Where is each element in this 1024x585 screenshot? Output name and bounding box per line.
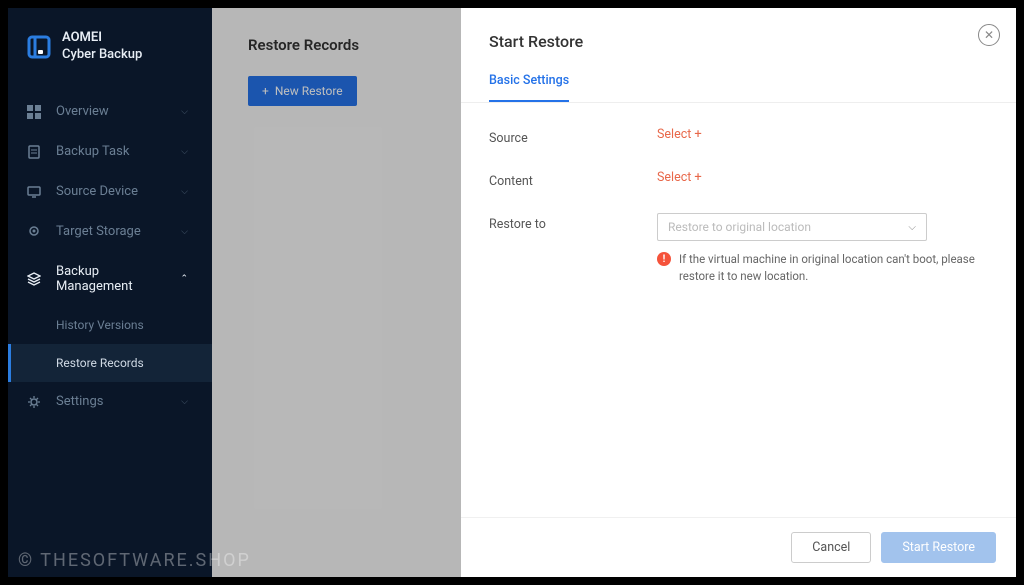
app-name-line2: Cyber Backup <box>62 47 142 64</box>
restore-modal: Start Restore ✕ Basic Settings Source Se… <box>461 8 1016 577</box>
select-source-link[interactable]: Select <box>657 127 988 142</box>
sidebar-item-backup-management[interactable]: Backup Management ⌃ <box>8 252 212 306</box>
sidebar-item-label: Overview <box>56 104 167 119</box>
task-icon <box>26 144 42 160</box>
logo-area: AOMEI Cyber Backup <box>8 8 212 92</box>
monitor-icon <box>26 184 42 200</box>
start-restore-button[interactable]: Start Restore <box>881 532 996 563</box>
cancel-button[interactable]: Cancel <box>791 532 871 563</box>
sidebar-item-label: Target Storage <box>56 224 167 239</box>
select-content-link[interactable]: Select <box>657 170 988 185</box>
sidebar-item-label: Settings <box>56 394 167 409</box>
form-row-content: Content Select <box>489 170 988 189</box>
sidebar: AOMEI Cyber Backup Overview ⌵ Backup Tas… <box>8 8 212 577</box>
sidebar-subitem-label: Restore Records <box>56 356 144 370</box>
sidebar-item-settings[interactable]: Settings ⌵ <box>8 382 212 422</box>
chevron-down-icon: ⌵ <box>181 107 188 117</box>
app-name-line1: AOMEI <box>62 30 142 47</box>
close-button[interactable]: ✕ <box>978 24 1000 46</box>
form-row-restore-to: Restore to Restore to original location … <box>489 213 988 286</box>
sidebar-item-backup-task[interactable]: Backup Task ⌵ <box>8 132 212 172</box>
chevron-down-icon: ⌵ <box>181 397 188 407</box>
chevron-down-icon: ⌵ <box>181 227 188 237</box>
info-text: If the virtual machine in original locat… <box>679 251 988 286</box>
restore-to-dropdown[interactable]: Restore to original location ⌵ <box>657 213 927 241</box>
dropdown-placeholder: Restore to original location <box>668 220 811 234</box>
modal-title: Start Restore <box>489 32 988 51</box>
sidebar-item-overview[interactable]: Overview ⌵ <box>8 92 212 132</box>
chevron-down-icon: ⌵ <box>908 222 916 233</box>
modal-body: Source Select Content Select Restore to … <box>461 103 1016 517</box>
layers-icon <box>26 271 42 287</box>
sidebar-subitem-history-versions[interactable]: History Versions <box>8 306 212 344</box>
modal-header: Start Restore ✕ <box>461 8 1016 73</box>
info-row: ! If the virtual machine in original loc… <box>657 251 988 286</box>
app-logo-icon <box>26 34 52 60</box>
sidebar-item-source-device[interactable]: Source Device ⌵ <box>8 172 212 212</box>
alert-icon: ! <box>657 252 671 266</box>
modal-footer: Cancel Start Restore <box>461 517 1016 577</box>
app-window: AOMEI Cyber Backup Overview ⌵ Backup Tas… <box>8 8 1016 577</box>
gear-icon <box>26 394 42 410</box>
modal-tabs: Basic Settings <box>461 73 1016 103</box>
chevron-down-icon: ⌵ <box>181 147 188 157</box>
sidebar-subitem-label: History Versions <box>56 318 144 332</box>
dashboard-icon <box>26 104 42 120</box>
chevron-up-icon: ⌃ <box>180 274 188 284</box>
tab-basic-settings[interactable]: Basic Settings <box>489 73 569 102</box>
sidebar-item-label: Source Device <box>56 184 167 199</box>
restoreto-label: Restore to <box>489 213 657 232</box>
sidebar-subitem-restore-records[interactable]: Restore Records <box>8 344 212 382</box>
source-label: Source <box>489 127 657 146</box>
chevron-down-icon: ⌵ <box>181 187 188 197</box>
close-icon: ✕ <box>984 28 994 42</box>
watermark: © THESOFTWARE.SHOP <box>18 550 251 571</box>
sidebar-item-target-storage[interactable]: Target Storage ⌵ <box>8 212 212 252</box>
location-icon <box>26 224 42 240</box>
sidebar-item-label: Backup Task <box>56 144 167 159</box>
form-row-source: Source Select <box>489 127 988 146</box>
sidebar-item-label: Backup Management <box>56 264 166 294</box>
nav: Overview ⌵ Backup Task ⌵ Source Device ⌵… <box>8 92 212 577</box>
content-label: Content <box>489 170 657 189</box>
